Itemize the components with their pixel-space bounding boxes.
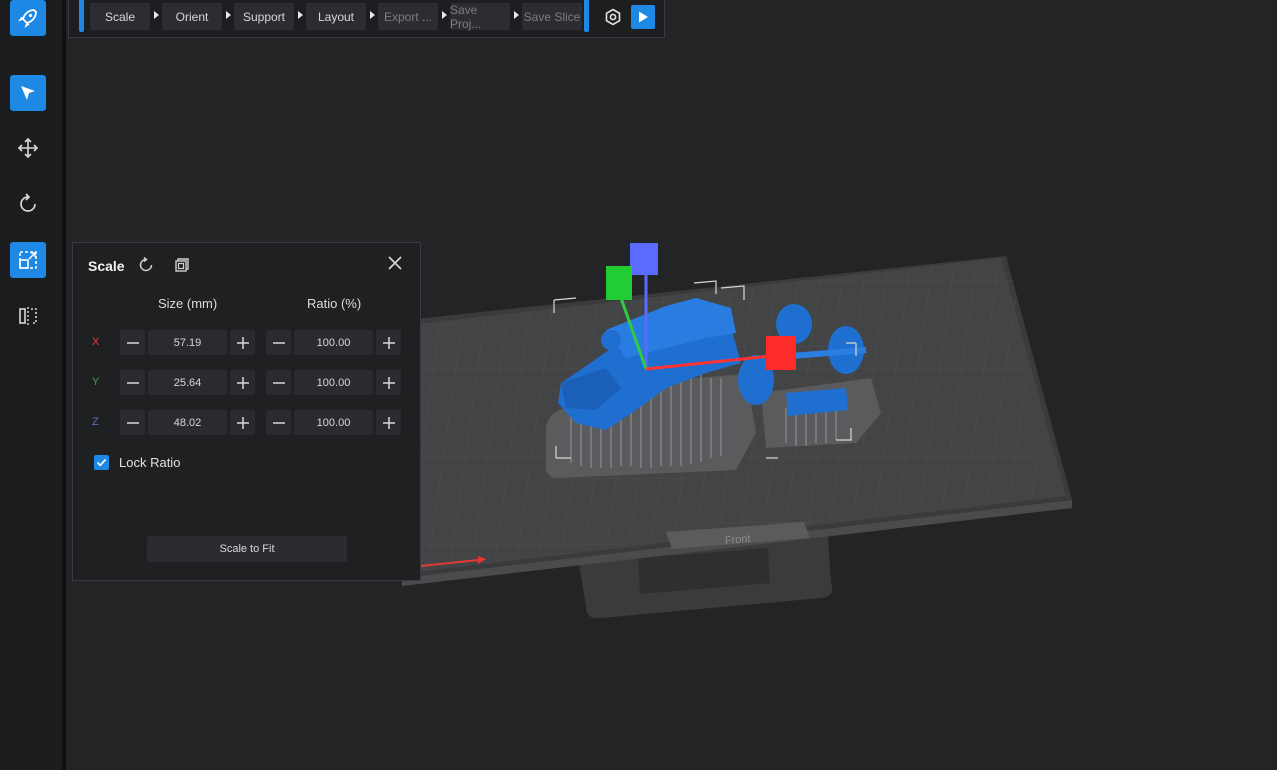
step-arrow xyxy=(154,11,159,19)
settings-icon[interactable] xyxy=(601,5,625,29)
size-z-decrement[interactable] xyxy=(120,410,145,435)
step-arrow xyxy=(298,11,303,19)
size-y-input[interactable]: 25.64 xyxy=(148,370,227,395)
step-arrow xyxy=(226,11,231,19)
step-export[interactable]: Export ... xyxy=(378,3,438,30)
workflow-bar: Scale Orient Support Layout Export ... S… xyxy=(68,0,665,38)
size-z-increment[interactable] xyxy=(230,410,255,435)
close-icon[interactable] xyxy=(383,251,407,275)
front-label: Front xyxy=(724,533,751,547)
ratio-z-increment[interactable] xyxy=(376,410,401,435)
move-icon[interactable] xyxy=(10,130,46,166)
workflow-bracket-left xyxy=(79,0,84,32)
scale-panel: Scale Size (mm) Ratio (%) X 57.19 100.00… xyxy=(72,242,421,581)
lock-ratio-label: Lock Ratio xyxy=(119,455,181,470)
step-scale[interactable]: Scale xyxy=(90,3,150,30)
ratio-x-increment[interactable] xyxy=(376,330,401,355)
step-save-project[interactable]: Save Proj... xyxy=(450,3,510,31)
step-support[interactable]: Support xyxy=(234,3,294,30)
ratio-y-decrement[interactable] xyxy=(266,370,291,395)
ratio-x-input[interactable]: 100.00 xyxy=(294,330,373,355)
left-toolbar xyxy=(0,0,62,770)
size-x-decrement[interactable] xyxy=(120,330,145,355)
ratio-y-input[interactable]: 100.00 xyxy=(294,370,373,395)
axis-label-x: X xyxy=(92,336,100,348)
size-x-input[interactable]: 57.19 xyxy=(148,330,227,355)
ratio-z-input[interactable]: 100.00 xyxy=(294,410,373,435)
ratio-z-decrement[interactable] xyxy=(266,410,291,435)
scale-to-fit-button[interactable]: Scale to Fit xyxy=(147,536,347,562)
step-layout[interactable]: Layout xyxy=(306,3,366,30)
rocket-icon[interactable] xyxy=(10,0,46,36)
select-icon[interactable] xyxy=(10,75,46,111)
size-y-decrement[interactable] xyxy=(120,370,145,395)
panel-title: Scale xyxy=(88,258,125,274)
size-y-increment[interactable] xyxy=(230,370,255,395)
step-orient[interactable]: Orient xyxy=(162,3,222,30)
step-arrow xyxy=(370,11,375,19)
rotate-icon[interactable] xyxy=(10,186,46,222)
lock-ratio-checkbox[interactable] xyxy=(94,455,109,470)
ratio-x-decrement[interactable] xyxy=(266,330,291,355)
ratio-header: Ratio (%) xyxy=(307,296,362,311)
step-arrow xyxy=(442,11,447,19)
mirror-icon[interactable] xyxy=(10,298,46,334)
size-x-increment[interactable] xyxy=(230,330,255,355)
size-header: Size (mm) xyxy=(158,296,218,311)
ratio-y-increment[interactable] xyxy=(376,370,401,395)
scale-icon[interactable] xyxy=(10,242,46,278)
box-scale-icon[interactable] xyxy=(172,255,192,275)
play-icon[interactable] xyxy=(631,5,655,29)
workflow-bracket-right xyxy=(584,0,589,32)
step-save-slice[interactable]: Save Slice xyxy=(522,3,582,30)
reset-icon[interactable] xyxy=(136,255,156,275)
size-z-input[interactable]: 48.02 xyxy=(148,410,227,435)
step-arrow xyxy=(514,11,519,19)
axis-label-z: Z xyxy=(92,416,99,428)
axis-label-y: Y xyxy=(92,376,100,388)
